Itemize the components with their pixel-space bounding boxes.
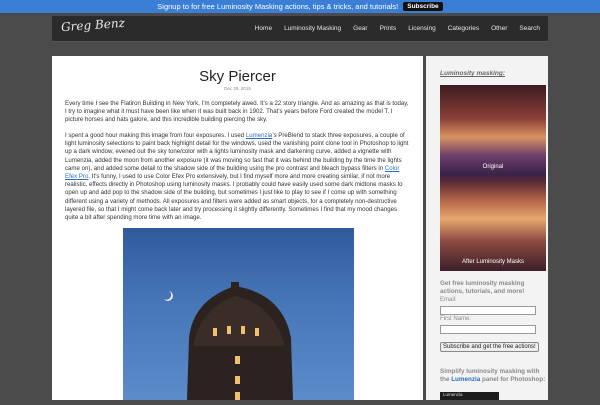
lumenzia-promo: Simplify luminosity masking with the Lum… — [440, 368, 546, 384]
lumenzia-panel-link[interactable]: Lumenzia — [451, 376, 480, 383]
nav-item-gear[interactable]: Gear — [353, 25, 367, 32]
nav-item-categories[interactable]: Categories — [448, 25, 479, 32]
lumenzia-link[interactable]: Lumenzia — [246, 132, 272, 139]
nav-item-search[interactable]: Search — [519, 25, 540, 32]
post-content: Sky Piercer Dec 29, 2015 Every time I se… — [52, 56, 423, 400]
post-date: Dec 29, 2015 — [224, 86, 251, 91]
site-logo[interactable]: Greg Benz — [61, 16, 126, 34]
lumenzia-panel-preview[interactable]: Lumenzia — [440, 392, 499, 400]
site-header: Greg Benz Home Luminosity Masking Gear P… — [52, 16, 548, 42]
post-title: Sky Piercer — [199, 68, 276, 85]
sidebar-heading-link[interactable]: Luminosity masking: — [440, 70, 505, 77]
nav-item-luminosity-masking[interactable]: Luminosity Masking — [284, 25, 341, 32]
main-nav: Home Luminosity Masking Gear Prints Lice… — [243, 16, 540, 41]
sidebar: Luminosity masking: Original After Lumin… — [426, 56, 548, 400]
subscribe-free-actions-button[interactable]: Subscribe and get the free actions! — [440, 342, 539, 352]
signup-banner: Signup to for free Luminosity Masking ac… — [0, 0, 600, 13]
moon-shape — [164, 291, 173, 301]
email-label: Email: — [440, 297, 457, 303]
signup-banner-text: Signup to for free Luminosity Masking ac… — [157, 2, 399, 11]
caption-after-luminosity-masks: After Luminosity Masks — [461, 259, 525, 265]
flatiron-building-photo[interactable] — [123, 228, 354, 400]
nav-item-licensing[interactable]: Licensing — [408, 25, 435, 32]
nav-item-home[interactable]: Home — [255, 25, 272, 32]
nav-item-prints[interactable]: Prints — [380, 25, 397, 32]
post-paragraph-2: I spent a good hour making this image fr… — [65, 132, 411, 222]
first-name-label: First Name: — [440, 316, 472, 322]
caption-original: Original — [482, 164, 504, 170]
luminosity-mask-example-image[interactable]: Original After Luminosity Masks — [440, 85, 546, 271]
first-name-field[interactable] — [440, 325, 536, 334]
email-field[interactable] — [440, 306, 536, 315]
post-paragraph-1: Every time I see the Flatiron Building i… — [65, 100, 409, 124]
flatiron-illustration — [164, 282, 293, 400]
post-text: . It’s funny, I used to use Color Efex P… — [65, 173, 403, 222]
nav-item-other[interactable]: Other — [491, 25, 507, 32]
post-text: I spent a good hour making this image fr… — [65, 132, 246, 139]
subscribe-button[interactable]: Subscribe — [403, 2, 443, 11]
signup-heading: Get free luminosity masking actions, tut… — [440, 280, 525, 295]
promo-text: panel for Photoshop: — [480, 376, 546, 383]
